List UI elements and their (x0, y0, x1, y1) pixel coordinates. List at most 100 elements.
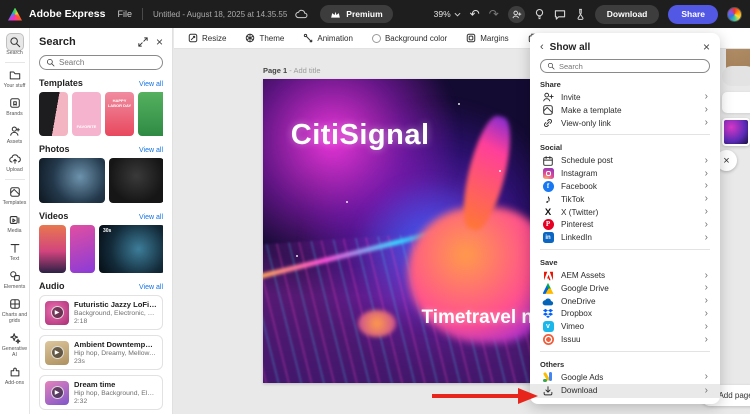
menu-item-issuu[interactable]: Issuu › (540, 333, 710, 346)
menu-item-x-twitter[interactable]: X X (Twitter) › (540, 206, 710, 219)
close-panel-icon[interactable]: × (156, 36, 163, 48)
video-thumbnail[interactable] (70, 225, 95, 273)
rail-item-add-ons[interactable]: Add-ons (1, 362, 29, 390)
rail-item-media[interactable]: Media (1, 210, 29, 238)
share-menu-search-box[interactable] (540, 59, 710, 73)
add-collaborator-button[interactable] (507, 5, 525, 23)
zoom-control[interactable]: 39% (434, 9, 461, 19)
resize-button[interactable]: Resize (188, 33, 226, 43)
google-drive-icon (542, 282, 554, 294)
download-button[interactable]: Download (594, 4, 660, 24)
menu-item-instagram[interactable]: Instagram › (540, 167, 710, 180)
invite-icon (542, 91, 554, 103)
aem-assets-icon (542, 270, 554, 282)
audio-track-card[interactable]: ▶ Ambient Downtempo Beats ... Hip hop, D… (39, 335, 163, 370)
menu-item-download[interactable]: Download › (530, 383, 720, 398)
audio-thumbnail: ▶ (45, 340, 69, 365)
menu-item-invite[interactable]: Invite › (540, 91, 710, 104)
back-chevron-icon[interactable]: ‹ (540, 41, 544, 53)
menu-item-pinterest[interactable]: P Pinterest › (540, 219, 710, 232)
rail-item-charts-and-grids[interactable]: Charts and grids (1, 294, 29, 328)
templates-view-all-link[interactable]: View all (139, 81, 163, 88)
elements-icon (7, 268, 23, 284)
rail-item-your-stuff[interactable]: Your stuff (1, 65, 29, 93)
video-thumbnail[interactable] (39, 225, 66, 273)
template-thumbnail[interactable]: HAPPY LABOR DAY (105, 92, 134, 136)
rail-item-search[interactable]: Search (1, 32, 29, 60)
videos-view-all-link[interactable]: View all (139, 214, 163, 221)
template-thumbnail[interactable]: FAVORITE (72, 92, 101, 136)
upload-cloud-icon (7, 151, 23, 167)
background-color-button[interactable]: Background color (371, 33, 447, 43)
menu-item-onedrive[interactable]: OneDrive › (540, 295, 710, 308)
theme-button[interactable]: Theme (245, 33, 284, 43)
rail-item-text[interactable]: Text (1, 238, 29, 266)
design-subtitle-text[interactable]: Timetravel now (421, 307, 541, 329)
menu-item-facebook[interactable]: f Facebook › (540, 180, 710, 193)
file-menu[interactable]: File (117, 9, 132, 19)
menu-item-google-ads[interactable]: Google Ads › (540, 371, 710, 384)
rail-item-assets[interactable]: Assets (1, 121, 29, 149)
play-icon[interactable]: ▶ (50, 386, 64, 399)
menu-item-vimeo[interactable]: v Vimeo › (540, 320, 710, 333)
issuu-icon (542, 334, 554, 346)
rail-item-generative-ai[interactable]: Generative AI (1, 328, 29, 362)
menu-item-schedule-post[interactable]: Schedule post › (540, 154, 710, 167)
vimeo-icon: v (542, 321, 554, 333)
search-icon (547, 62, 555, 70)
rail-item-upload[interactable]: Upload (1, 149, 29, 177)
chevron-right-icon: › (704, 206, 708, 218)
tiktok-icon: ♪ (545, 192, 551, 207)
video-thumbnails: 30s (39, 225, 163, 273)
undo-button[interactable]: ↶ (470, 8, 480, 20)
chevron-right-icon: › (704, 193, 708, 205)
menu-item-linkedin[interactable]: in LinkedIn › (540, 231, 710, 244)
audio-track-card[interactable]: ▶ Dream time Hip hop, Background, Electr… (39, 375, 163, 410)
photo-thumbnail[interactable] (39, 158, 105, 203)
beta-flask-button[interactable] (575, 8, 586, 20)
user-avatar[interactable] (727, 6, 742, 22)
photo-thumbnail[interactable] (109, 158, 163, 203)
margins-button[interactable]: Margins (466, 33, 509, 43)
panel-search-box[interactable] (39, 55, 163, 70)
folder-icon (7, 67, 23, 83)
templates-heading: Templates (39, 78, 83, 88)
photo-thumbnails (39, 158, 163, 203)
divider (540, 134, 710, 136)
audio-view-all-link[interactable]: View all (139, 284, 163, 291)
audio-track-card[interactable]: ▶ Futuristic Jazzy LoFi 001 Background, … (39, 295, 163, 330)
menu-item-google-drive[interactable]: Google Drive › (540, 282, 710, 295)
close-icon[interactable]: × (703, 41, 710, 53)
menu-item-dropbox[interactable]: Dropbox › (540, 308, 710, 321)
template-thumbnail[interactable] (39, 92, 68, 136)
chevron-right-icon: › (704, 269, 708, 281)
animation-button[interactable]: Animation (303, 33, 353, 43)
rail-item-elements[interactable]: Elements (1, 266, 29, 294)
chevron-right-icon: › (704, 295, 708, 307)
design-title-text[interactable]: CitiSignal (291, 119, 430, 152)
menu-item-view-only-link[interactable]: View-only link › (540, 117, 710, 130)
panel-search-input[interactable] (59, 58, 149, 67)
page-label[interactable]: Page 1 - Add title (263, 66, 321, 75)
video-thumbnail[interactable]: 30s (99, 225, 163, 273)
suggestions-lightbulb-button[interactable] (534, 8, 545, 20)
play-icon[interactable]: ▶ (50, 346, 64, 359)
share-menu-search-input[interactable] (559, 61, 703, 71)
templates-icon (7, 184, 23, 200)
redo-button[interactable]: ↷ (489, 8, 499, 20)
dropbox-icon (542, 308, 554, 320)
template-thumbnail[interactable] (138, 92, 163, 136)
feedback-comment-button[interactable] (554, 9, 566, 20)
photos-view-all-link[interactable]: View all (139, 147, 163, 154)
play-icon[interactable]: ▶ (50, 306, 64, 319)
menu-item-tiktok[interactable]: ♪ TikTok › (540, 192, 710, 207)
rail-item-brands[interactable]: Brands (1, 93, 29, 121)
expand-panel-icon[interactable] (138, 37, 148, 47)
menu-item-aem-assets[interactable]: AEM Assets › (540, 269, 710, 282)
rail-item-templates[interactable]: Templates (1, 182, 29, 210)
document-title[interactable]: Untitled - August 18, 2025 at 14.35.55 (153, 10, 287, 19)
premium-button[interactable]: Premium (320, 5, 393, 23)
design-page[interactable]: CitiSignal Timetravel now (263, 79, 541, 383)
menu-item-make-a-template[interactable]: Make a template › (540, 104, 710, 117)
share-button[interactable]: Share (668, 4, 718, 24)
